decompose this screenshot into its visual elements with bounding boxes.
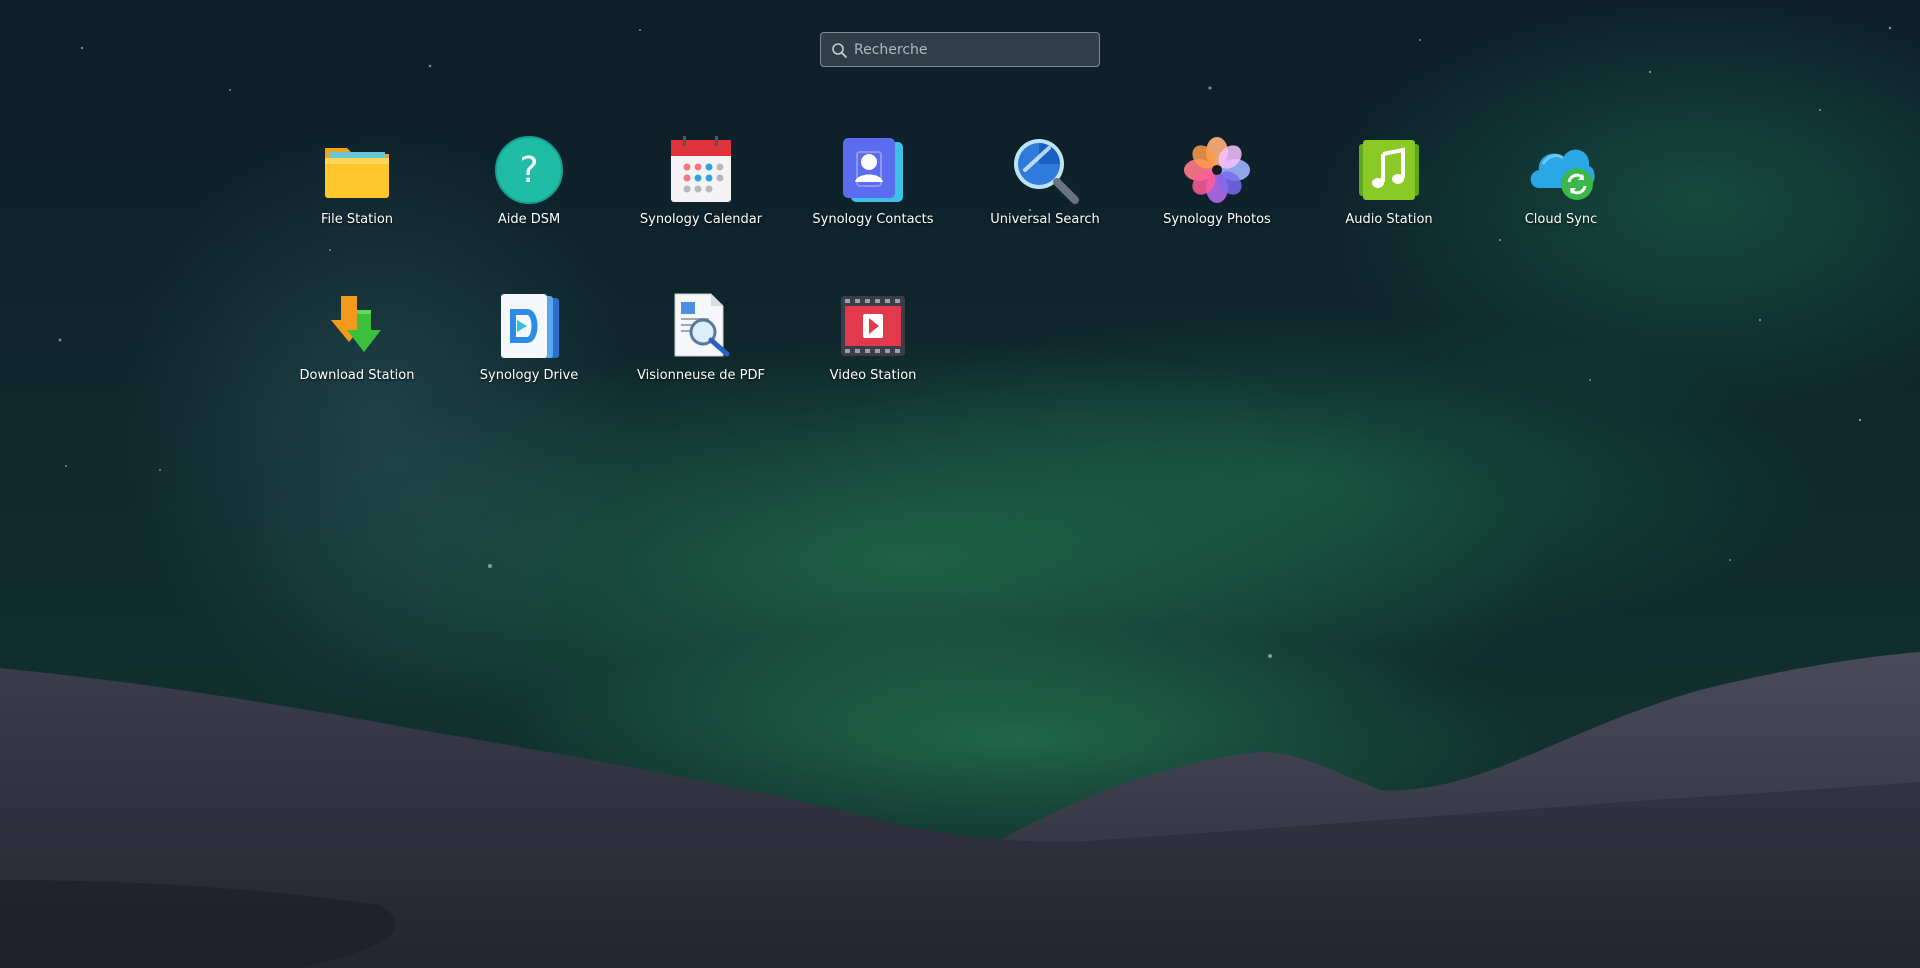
cloud-sync-icon <box>1525 134 1597 206</box>
search-icon <box>832 43 847 58</box>
app-aide-dsm[interactable]: ? Aide DSM <box>443 128 615 258</box>
folder-icon <box>321 134 393 206</box>
app-label: Universal Search <box>990 212 1100 227</box>
contacts-icon <box>837 134 909 206</box>
app-file-station[interactable]: File Station <box>271 128 443 258</box>
search-input[interactable] <box>854 33 1094 66</box>
app-synology-drive[interactable]: Synology Drive <box>443 284 615 414</box>
app-label: Audio Station <box>1345 212 1433 227</box>
app-video-station[interactable]: Video Station <box>787 284 959 414</box>
video-film-icon <box>837 290 909 362</box>
app-cloud-sync[interactable]: Cloud Sync <box>1475 128 1647 258</box>
app-synology-contacts[interactable]: Synology Contacts <box>787 128 959 258</box>
app-audio-station[interactable]: Audio Station <box>1303 128 1475 258</box>
app-label: Video Station <box>829 368 917 383</box>
app-synology-photos[interactable]: Synology Photos <box>1131 128 1303 258</box>
search-box[interactable] <box>820 32 1100 67</box>
calendar-icon <box>665 134 737 206</box>
svg-text:?: ? <box>519 150 538 191</box>
pdf-viewer-icon <box>665 290 737 362</box>
app-label: File Station <box>320 212 394 227</box>
help-icon: ? <box>493 134 565 206</box>
app-synology-calendar[interactable]: Synology Calendar <box>615 128 787 258</box>
app-download-station[interactable]: Download Station <box>271 284 443 414</box>
app-label: Visionneuse de PDF <box>637 368 765 383</box>
app-pdf-viewer[interactable]: Visionneuse de PDF <box>615 284 787 414</box>
app-universal-search[interactable]: Universal Search <box>959 128 1131 258</box>
app-label: Synology Drive <box>479 368 579 383</box>
photos-flower-icon <box>1181 134 1253 206</box>
music-note-icon <box>1353 134 1425 206</box>
drive-icon <box>493 290 565 362</box>
app-label: Cloud Sync <box>1524 212 1598 227</box>
app-label: Download Station <box>299 368 415 383</box>
app-label: Aide DSM <box>497 212 561 227</box>
magnifier-icon <box>1009 134 1081 206</box>
app-label: Synology Calendar <box>639 212 763 227</box>
app-label: Synology Contacts <box>812 212 934 227</box>
app-label: Synology Photos <box>1163 212 1271 227</box>
download-arrows-icon <box>321 290 393 362</box>
